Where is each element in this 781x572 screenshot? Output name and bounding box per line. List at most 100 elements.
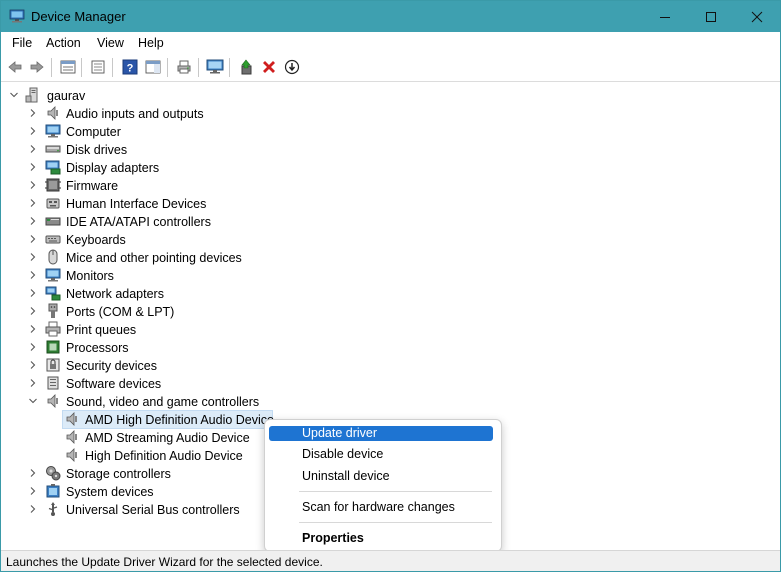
tree-category-label: Keyboards	[66, 233, 126, 247]
chevron-right-icon[interactable]	[28, 360, 38, 370]
computer-icon	[45, 124, 61, 138]
toolbar-separator	[81, 58, 82, 77]
uninstall-button[interactable]	[259, 58, 279, 76]
forward-button[interactable]	[27, 58, 47, 76]
chevron-right-icon[interactable]	[28, 486, 38, 496]
ctx-disable-device[interactable]: Disable device	[269, 447, 493, 462]
tree-category-label: Processors	[66, 341, 129, 355]
help-icon: ?	[122, 59, 138, 75]
chevron-right-icon[interactable]	[28, 234, 38, 244]
maximize-button[interactable]	[688, 1, 734, 32]
tree-device-label: AMD High Definition Audio Device	[85, 413, 274, 427]
tree-device-label: AMD Streaming Audio Device	[85, 431, 250, 445]
speaker-icon	[47, 106, 58, 120]
action-pane-button[interactable]	[143, 58, 163, 76]
firmware-icon	[45, 178, 61, 192]
properties-view-icon	[60, 60, 76, 74]
device-manager-window: Device Manager File Action View Help ? g…	[0, 0, 781, 572]
minimize-icon	[660, 16, 670, 18]
chevron-right-icon[interactable]	[28, 288, 38, 298]
menu-action[interactable]: Action	[46, 36, 81, 50]
chevron-right-icon[interactable]	[28, 252, 38, 262]
chevron-right-icon[interactable]	[28, 378, 38, 388]
system-device-icon	[46, 484, 60, 498]
tree-category-label: Universal Serial Bus controllers	[66, 503, 240, 517]
toolbar-separator	[51, 58, 52, 77]
tree-category-label: Disk drives	[66, 143, 128, 157]
ctx-properties[interactable]: Properties	[269, 531, 493, 546]
status-text: Launches the Update Driver Wizard for th…	[6, 555, 323, 569]
close-button[interactable]	[734, 1, 780, 32]
ctx-item-label: Disable device	[302, 447, 384, 461]
show-hide-button[interactable]	[88, 58, 108, 76]
tree-category-label: IDE ATA/ATAPI controllers	[66, 215, 211, 229]
chevron-right-icon[interactable]	[28, 306, 38, 316]
chevron-right-icon[interactable]	[28, 162, 38, 172]
ctx-item-label: Properties	[302, 531, 364, 545]
scan-hardware-button[interactable]	[205, 58, 225, 76]
toolbar-separator	[198, 58, 199, 77]
tree-category-label: Firmware	[66, 179, 119, 193]
chevron-right-icon[interactable]	[28, 324, 38, 334]
chevron-right-icon[interactable]	[28, 180, 38, 190]
ctx-scan-hardware[interactable]: Scan for hardware changes	[269, 500, 493, 515]
window-title: Device Manager	[31, 9, 126, 24]
chevron-down-icon[interactable]	[9, 90, 19, 100]
show-hide-icon	[91, 60, 105, 74]
speaker-icon	[47, 394, 58, 408]
properties-view-button[interactable]	[58, 58, 78, 76]
ctx-uninstall-device[interactable]: Uninstall device	[269, 469, 493, 484]
title-bar: Device Manager	[1, 1, 780, 32]
root-computer-icon	[25, 87, 38, 103]
speaker-icon	[66, 430, 77, 444]
chevron-right-icon[interactable]	[28, 270, 38, 280]
chevron-right-icon[interactable]	[28, 342, 38, 352]
chevron-right-icon[interactable]	[28, 198, 38, 208]
mouse-icon	[48, 249, 58, 265]
print-button[interactable]	[174, 58, 194, 76]
monitor-icon	[206, 59, 224, 74]
back-button[interactable]	[5, 58, 25, 76]
ide-controller-icon	[45, 217, 61, 226]
back-icon	[8, 61, 22, 73]
action-pane-icon	[145, 60, 161, 74]
chevron-right-icon[interactable]	[28, 108, 38, 118]
tree-category-label: Human Interface Devices	[66, 197, 207, 211]
display-adapter-icon	[45, 160, 61, 175]
minimize-button[interactable]	[642, 1, 688, 32]
maximize-icon	[706, 11, 716, 22]
toolbar-separator	[229, 58, 230, 77]
menu-help[interactable]: Help	[138, 36, 164, 50]
chevron-right-icon[interactable]	[28, 216, 38, 226]
tree-category-label: Mice and other pointing devices	[66, 251, 242, 265]
chevron-right-icon[interactable]	[28, 126, 38, 136]
tree-category-label: Computer	[66, 125, 121, 139]
tree-category-label: System devices	[66, 485, 154, 499]
close-icon	[751, 11, 763, 22]
monitor-icon	[45, 268, 61, 282]
chevron-right-icon[interactable]	[28, 144, 38, 154]
help-button[interactable]: ?	[120, 58, 140, 76]
menu-bar: File Action View Help	[1, 32, 780, 54]
ctx-update-driver[interactable]: Update driver	[269, 426, 493, 441]
network-adapter-icon	[45, 286, 61, 301]
security-device-icon	[46, 358, 60, 372]
ctx-separator	[299, 522, 492, 523]
chevron-down-icon[interactable]	[28, 396, 38, 406]
update-driver-button[interactable]	[237, 58, 257, 76]
status-bar: Launches the Update Driver Wizard for th…	[1, 550, 780, 571]
software-device-icon	[47, 376, 59, 390]
ctx-item-label: Scan for hardware changes	[302, 500, 455, 514]
chevron-right-icon[interactable]	[28, 504, 38, 514]
menu-view[interactable]: View	[97, 36, 124, 50]
uninstall-icon	[263, 61, 275, 73]
tree-category-label: Monitors	[66, 269, 114, 283]
usb-icon	[48, 502, 58, 516]
disable-button[interactable]	[282, 58, 302, 76]
svg-text:?: ?	[127, 63, 134, 75]
tree-category-label: Ports (COM & LPT)	[66, 305, 175, 319]
menu-file[interactable]: File	[12, 36, 32, 50]
printer-icon	[45, 321, 61, 337]
storage-controller-icon	[46, 466, 61, 481]
chevron-right-icon[interactable]	[28, 468, 38, 478]
